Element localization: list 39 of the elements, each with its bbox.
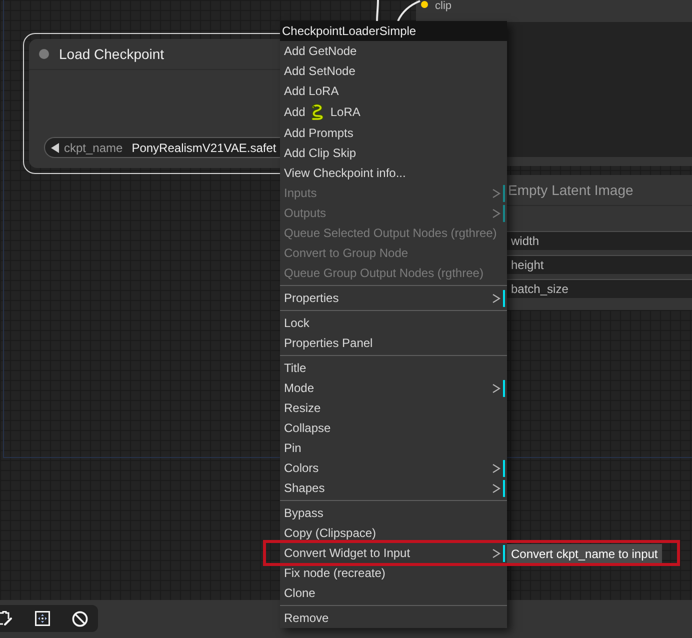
widget-label: ckpt_name: [64, 142, 123, 154]
menu-item[interactable]: View Checkpoint info...: [280, 163, 507, 183]
menu-item[interactable]: Title: [280, 358, 507, 378]
menu-item[interactable]: Properties Panel: [280, 333, 507, 353]
input-dot-icon: [421, 1, 428, 8]
ban-icon[interactable]: [72, 610, 88, 626]
menu-item[interactable]: Collapse: [280, 418, 507, 438]
status-dot-icon: [39, 49, 49, 59]
menu-item[interactable]: Pin: [280, 438, 507, 458]
menu-item[interactable]: Fix node (recreate): [280, 563, 507, 583]
combo-widget[interactable]: ckpt_name PonyRealismV21VAE.safet: [44, 137, 280, 158]
fit-view-icon[interactable]: [35, 611, 50, 626]
menu-item[interactable]: Convert Widget to Input: [280, 543, 507, 563]
node-card[interactable]: Load Checkpoint ckpt_name PonyRealismV21VAE.safet: [29, 39, 280, 168]
menu-item[interactable]: Bypass: [280, 503, 507, 523]
left-arrow-icon: [51, 142, 59, 152]
menu-item[interactable]: Copy (Clipspace): [280, 523, 507, 543]
link-wire: [397, 0, 420, 21]
menu-item[interactable]: Mode: [280, 378, 507, 398]
menu-item[interactable]: Colors: [280, 458, 507, 478]
menu-header: CheckpointLoaderSimple: [280, 21, 507, 41]
menu-item[interactable]: Remove: [280, 608, 507, 628]
number-widget[interactable]: batch_size: [507, 279, 692, 298]
clipboard-icon[interactable]: [0, 611, 12, 626]
menu-item[interactable]: Lock: [280, 313, 507, 333]
node-card[interactable]: Empty Latent Image width height batch_size: [507, 175, 692, 310]
snake-icon: [311, 104, 324, 120]
node-title: Empty Latent Image: [508, 181, 634, 200]
node-title: Load Checkpoint: [59, 44, 164, 64]
menu-item[interactable]: Clone: [280, 583, 507, 603]
number-widget[interactable]: width: [507, 231, 692, 250]
link-wire: [376, 0, 379, 21]
menu-item[interactable]: Properties: [280, 288, 507, 308]
menu-item[interactable]: Resize: [280, 398, 507, 418]
menu-item[interactable]: Shapes: [280, 478, 507, 498]
widget-value: PonyRealismV21VAE.safet: [132, 142, 276, 154]
input-label: clip: [435, 1, 452, 12]
submenu-item[interactable]: Convert ckpt_name to input: [507, 544, 662, 563]
number-widget[interactable]: height: [507, 255, 692, 274]
